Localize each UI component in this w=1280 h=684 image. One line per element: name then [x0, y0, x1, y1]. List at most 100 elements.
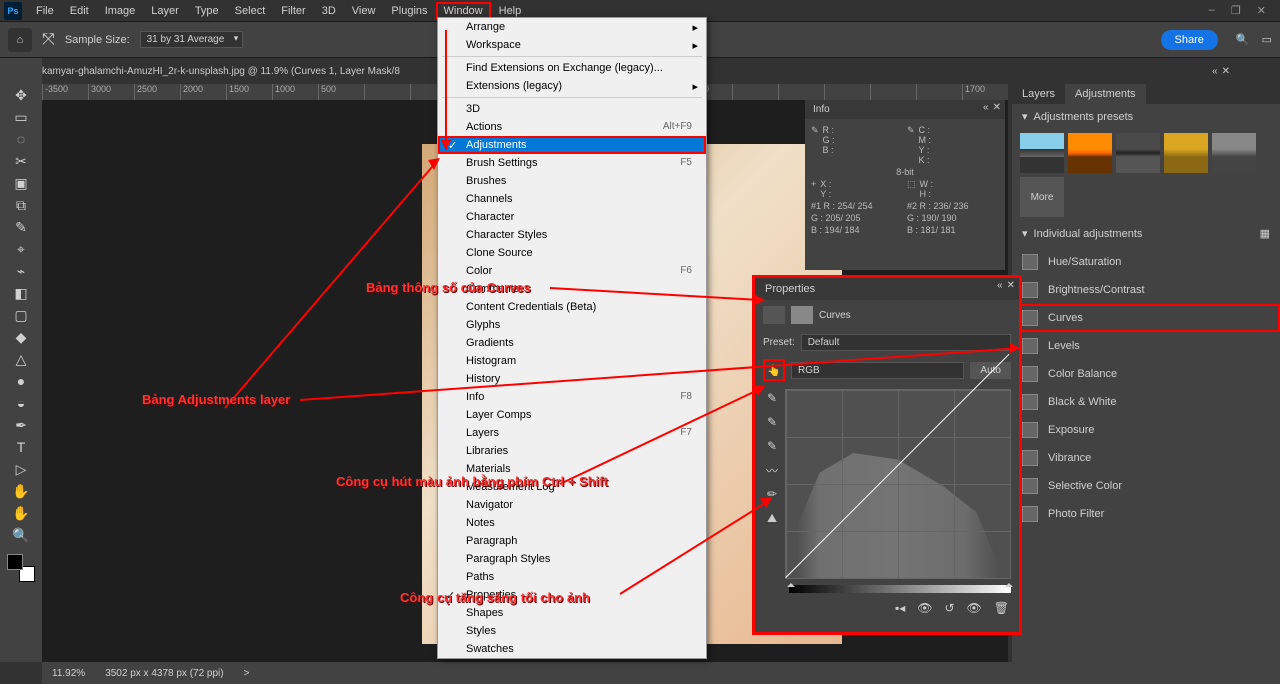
menu-item-navigator[interactable]: Navigator [438, 496, 706, 514]
menu-edit[interactable]: Edit [62, 2, 97, 20]
preset-select[interactable]: Default [801, 334, 1011, 351]
home-icon[interactable]: ⌂ [8, 28, 32, 52]
tool-9[interactable]: ◧ [7, 282, 35, 304]
view-previous-icon[interactable]: 👁 [967, 601, 982, 615]
menu-item-libraries[interactable]: Libraries [438, 442, 706, 460]
menu-filter[interactable]: Filter [273, 2, 313, 20]
tool-14[interactable]: ◒ [7, 392, 35, 414]
panel-collapse-icon[interactable]: « [997, 280, 1003, 291]
menu-item-brush-settings[interactable]: Brush SettingsF5 [438, 154, 706, 172]
menu-item-color[interactable]: ColorF6 [438, 262, 706, 280]
tool-12[interactable]: △ [7, 348, 35, 370]
menu-item-find-extensions-on-exchange-legacy-[interactable]: Find Extensions on Exchange (legacy)... [438, 59, 706, 77]
menu-view[interactable]: View [344, 2, 384, 20]
search-icon[interactable]: 🔍 [1236, 33, 1250, 46]
panel-close-icon[interactable]: ✕ [1222, 66, 1230, 77]
menu-item-gradients[interactable]: Gradients [438, 334, 706, 352]
tool-16[interactable]: T [7, 436, 35, 458]
tool-5[interactable]: ⧉ [7, 194, 35, 216]
menu-item-info[interactable]: InfoF8 [438, 388, 706, 406]
eyedropper-white-icon[interactable]: ✎ [763, 437, 781, 455]
adjustment-curves[interactable]: Curves [1012, 304, 1280, 332]
foreground-background-colors[interactable] [7, 554, 35, 582]
menu-item-extensions-legacy-[interactable]: Extensions (legacy) [438, 77, 706, 95]
menu-type[interactable]: Type [187, 2, 227, 20]
menu-item-brushes[interactable]: Brushes [438, 172, 706, 190]
tool-8[interactable]: ⌁ [7, 260, 35, 282]
tool-7[interactable]: ⌖ [7, 238, 35, 260]
tool-17[interactable]: ▷ [7, 458, 35, 480]
preset-thumb[interactable] [1164, 133, 1208, 173]
sample-size-select[interactable]: 31 by 31 Average [140, 31, 244, 48]
menu-item-swatches[interactable]: Swatches [438, 640, 706, 658]
reset-icon[interactable]: ↺ [944, 601, 954, 615]
zoom-level[interactable]: 11.92% [52, 668, 85, 679]
preset-thumb[interactable] [1116, 133, 1160, 173]
clip-icon[interactable]: ▪◂ [895, 601, 905, 615]
menu-item-channels[interactable]: Channels [438, 190, 706, 208]
delete-icon[interactable]: 🗑 [994, 601, 1009, 615]
curves-graph[interactable] [785, 389, 1011, 579]
tool-18[interactable]: ✋ [7, 480, 35, 502]
menu-select[interactable]: Select [227, 2, 274, 20]
close-button[interactable]: ✕ [1257, 4, 1266, 17]
input-gradient[interactable] [789, 585, 1011, 593]
adjustment-selective-color[interactable]: Selective Color [1012, 472, 1280, 500]
share-button[interactable]: Share [1161, 30, 1218, 50]
menu-item-clone-source[interactable]: Clone Source [438, 244, 706, 262]
smooth-icon[interactable]: ⛰ [763, 509, 781, 527]
menu-item-paragraph-styles[interactable]: Paragraph Styles [438, 550, 706, 568]
menu-plugins[interactable]: Plugins [383, 2, 435, 20]
menu-item-character-styles[interactable]: Character Styles [438, 226, 706, 244]
panel-collapse-icon[interactable]: « [983, 102, 989, 113]
adjustment-color-balance[interactable]: Color Balance [1012, 360, 1280, 388]
tab-layers[interactable]: Layers [1012, 84, 1065, 104]
adjustment-photo-filter[interactable]: Photo Filter [1012, 500, 1280, 528]
tool-4[interactable]: ▣ [7, 172, 35, 194]
menu-item-styles[interactable]: Styles [438, 622, 706, 640]
tool-0[interactable]: ✥ [7, 84, 35, 106]
menu-item-actions[interactable]: ActionsAlt+F9 [438, 118, 706, 136]
adjustment-exposure[interactable]: Exposure [1012, 416, 1280, 444]
chevron-down-icon[interactable]: ▾ [1022, 227, 1028, 240]
workspace-icon[interactable]: ▭ [1262, 33, 1272, 46]
preset-thumb[interactable] [1068, 133, 1112, 173]
maximize-button[interactable]: ❐ [1231, 4, 1241, 17]
tool-10[interactable]: ▢ [7, 304, 35, 326]
menu-item-notes[interactable]: Notes [438, 514, 706, 532]
preset-thumb[interactable] [1212, 133, 1256, 173]
more-presets-button[interactable]: More [1020, 177, 1064, 217]
visibility-icon[interactable]: 👁 [917, 601, 932, 615]
menu-item-history[interactable]: History [438, 370, 706, 388]
adjustment-brightness-contrast[interactable]: Brightness/Contrast [1012, 276, 1280, 304]
minimize-button[interactable]: – [1209, 4, 1215, 17]
curve-pencil-tool[interactable]: ✏ [763, 485, 781, 503]
menu-item-character[interactable]: Character [438, 208, 706, 226]
menu-item-3d[interactable]: 3D [438, 100, 706, 118]
panel-close-icon[interactable]: ✕ [1007, 280, 1015, 291]
tool-20[interactable]: 🔍 [7, 524, 35, 546]
tool-13[interactable]: ● [7, 370, 35, 392]
menu-item-layer-comps[interactable]: Layer Comps [438, 406, 706, 424]
grid-view-icon[interactable]: ▦ [1260, 227, 1270, 240]
preset-thumb[interactable] [1020, 133, 1064, 173]
eyedropper-icon[interactable]: ⤧ [42, 31, 55, 49]
tool-1[interactable]: ▭ [7, 106, 35, 128]
targeted-adjustment-tool[interactable]: 👆 [763, 359, 785, 381]
menu-file[interactable]: File [28, 2, 62, 20]
tab-adjustments[interactable]: Adjustments [1065, 84, 1146, 104]
tool-2[interactable]: ◌ [7, 128, 35, 150]
menu-item-paths[interactable]: Paths [438, 568, 706, 586]
menu-item-histogram[interactable]: Histogram [438, 352, 706, 370]
menu-item-content-credentials-beta-[interactable]: Content Credentials (Beta) [438, 298, 706, 316]
channel-select[interactable]: RGB [791, 362, 964, 379]
panel-collapse-icon[interactable]: « [1212, 66, 1218, 77]
menu-item-workspace[interactable]: Workspace [438, 36, 706, 54]
adjustment-black-white[interactable]: Black & White [1012, 388, 1280, 416]
adjustment-vibrance[interactable]: Vibrance [1012, 444, 1280, 472]
menu-item-layers[interactable]: LayersF7 [438, 424, 706, 442]
tool-11[interactable]: ◆ [7, 326, 35, 348]
menu-item-arrange[interactable]: Arrange [438, 18, 706, 36]
eyedropper-black-icon[interactable]: ✎ [763, 389, 781, 407]
tool-3[interactable]: ✂ [7, 150, 35, 172]
